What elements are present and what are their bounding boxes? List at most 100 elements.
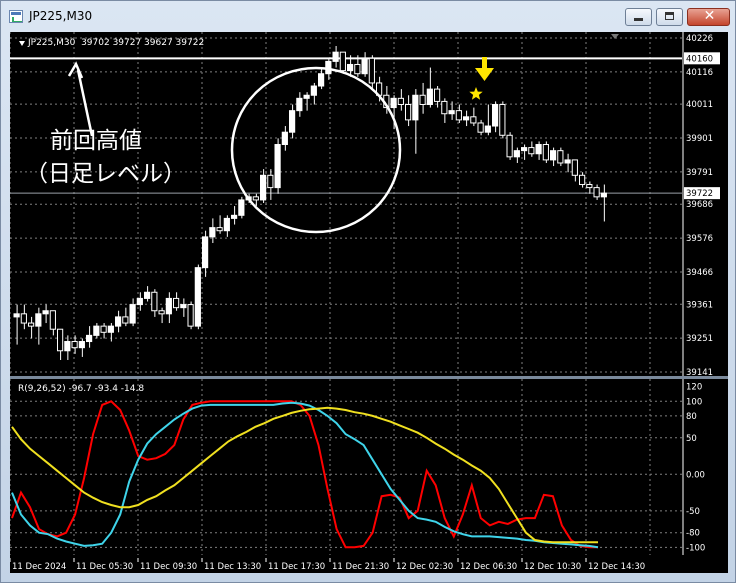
- chart-area[interactable]: 40226 40116 40011 39901 39791 39686 39576 39466…: [10, 32, 728, 573]
- candle-body-bear: [571, 159, 578, 176]
- yellow-arrow-head: [475, 68, 494, 81]
- candle-body-bear: [173, 297, 180, 309]
- star-icon: [469, 87, 483, 100]
- candle: [129, 298, 136, 327]
- candle: [93, 323, 100, 339]
- candle: [361, 52, 368, 77]
- symbol-dropdown-icon[interactable]: [19, 41, 25, 46]
- candle: [144, 286, 151, 302]
- candle-body-bull: [144, 291, 151, 299]
- price-highlight-label: 40160: [686, 54, 713, 64]
- oscillator-tick-label: -80: [686, 529, 700, 539]
- candle-body-bear: [267, 174, 274, 189]
- candle-body-bull: [448, 110, 455, 115]
- price-tick-label: 39141: [686, 368, 713, 376]
- candle: [499, 101, 506, 139]
- candle: [64, 335, 71, 360]
- candle-body-bull: [136, 297, 143, 306]
- candle: [194, 264, 201, 330]
- candle-body-bull: [260, 174, 267, 201]
- oscillator-label: R(9,26,52) -96.7 -93.4 -14.8: [18, 384, 145, 394]
- time-tick-label: 12 Dec 14:30: [588, 562, 645, 572]
- candle-body-bear: [477, 122, 484, 133]
- oscillator-series-line: [11, 401, 599, 549]
- candle-body-bear: [405, 103, 412, 121]
- price-tick-label: 40011: [686, 100, 713, 110]
- yellow-down-arrow-icon: [475, 57, 494, 81]
- candle: [238, 196, 245, 219]
- time-tick-label: 11 Dec 2024: [12, 562, 66, 572]
- minimize-button[interactable]: [625, 8, 652, 26]
- candle-body-bear: [470, 116, 477, 124]
- candle: [477, 119, 484, 136]
- candle-body-bull: [209, 227, 216, 238]
- candle: [296, 92, 303, 117]
- candle: [579, 172, 586, 188]
- close-button[interactable]: ✕: [687, 8, 730, 26]
- time-tick-label: 11 Dec 17:30: [268, 562, 325, 572]
- oscillator-pane[interactable]: 120 100 80 50 0.00 -50 -80 -100 R(9,26,52) -96.…: [10, 379, 728, 555]
- candle-body-bull: [13, 313, 20, 318]
- chart-window-icon: [9, 10, 23, 23]
- candle-body-bull: [289, 110, 296, 133]
- candle-body-bull: [463, 116, 470, 121]
- candle-body-bull: [165, 297, 172, 315]
- candle-body-bull: [231, 214, 238, 219]
- candle-body-bull: [78, 341, 85, 349]
- time-tick-label: 12 Dec 06:30: [460, 562, 517, 572]
- candle: [289, 104, 296, 139]
- candle: [441, 98, 448, 123]
- candle-body-bull: [274, 144, 281, 189]
- candle: [368, 55, 375, 90]
- price-tick-label: 39251: [686, 334, 713, 344]
- candle: [122, 307, 129, 327]
- oscillator-chart-svg[interactable]: 120 100 80 50 0.00 -50 -80 -100: [10, 379, 728, 555]
- candle: [281, 126, 288, 151]
- ohlc-label: 39702 39727 39627 39722: [81, 38, 205, 48]
- price-pane[interactable]: 40226 40116 40011 39901 39791 39686 39576 39466…: [10, 32, 728, 376]
- price-tick-label: 39576: [686, 234, 713, 244]
- candle: [397, 89, 404, 111]
- candle: [202, 230, 209, 277]
- candle-body-bull: [310, 85, 317, 96]
- time-tick-label: 12 Dec 02:30: [396, 562, 453, 572]
- candle: [470, 107, 477, 127]
- candle: [173, 292, 180, 311]
- annotation-previous-high: 前回高値: [50, 128, 142, 154]
- candle: [448, 101, 455, 120]
- price-tick-label: 39686: [686, 200, 713, 210]
- maximize-button[interactable]: [656, 8, 683, 26]
- candle-body-bull: [115, 316, 122, 327]
- price-tick-label: 39361: [686, 300, 713, 310]
- price-tick-label: 39901: [686, 134, 713, 144]
- candle: [165, 292, 172, 324]
- candle-body-bear: [28, 322, 35, 327]
- candle-body-bear: [579, 174, 586, 186]
- candle: [492, 101, 499, 133]
- candle: [419, 82, 426, 114]
- time-tick-label: 11 Dec 05:30: [76, 562, 133, 572]
- candle-body-bull: [223, 217, 230, 232]
- title-bar[interactable]: JP225,M30 ✕: [1, 1, 735, 31]
- candle-body-bull: [426, 88, 433, 105]
- candle: [57, 328, 64, 360]
- candle-body-bear: [499, 103, 506, 136]
- candle: [209, 218, 216, 244]
- candle: [49, 310, 56, 336]
- candle: [455, 104, 462, 123]
- candle-body-bear: [542, 144, 549, 161]
- candle-body-bear: [57, 328, 64, 352]
- candle-body-bull: [513, 150, 520, 158]
- candle-body-bull: [318, 73, 325, 87]
- candle: [187, 301, 194, 330]
- price-chart-svg[interactable]: 40226 40116 40011 39901 39791 39686 39576 39466…: [10, 32, 728, 376]
- candle: [78, 338, 85, 357]
- candle: [412, 89, 419, 154]
- candle-body-bull: [180, 304, 187, 309]
- price-highlight-label: 39722: [686, 189, 713, 199]
- candle: [528, 141, 535, 157]
- candle: [571, 159, 578, 182]
- symbol-label: JP225,M30: [28, 38, 76, 48]
- candle-body-bear: [151, 291, 158, 312]
- candle: [593, 184, 600, 200]
